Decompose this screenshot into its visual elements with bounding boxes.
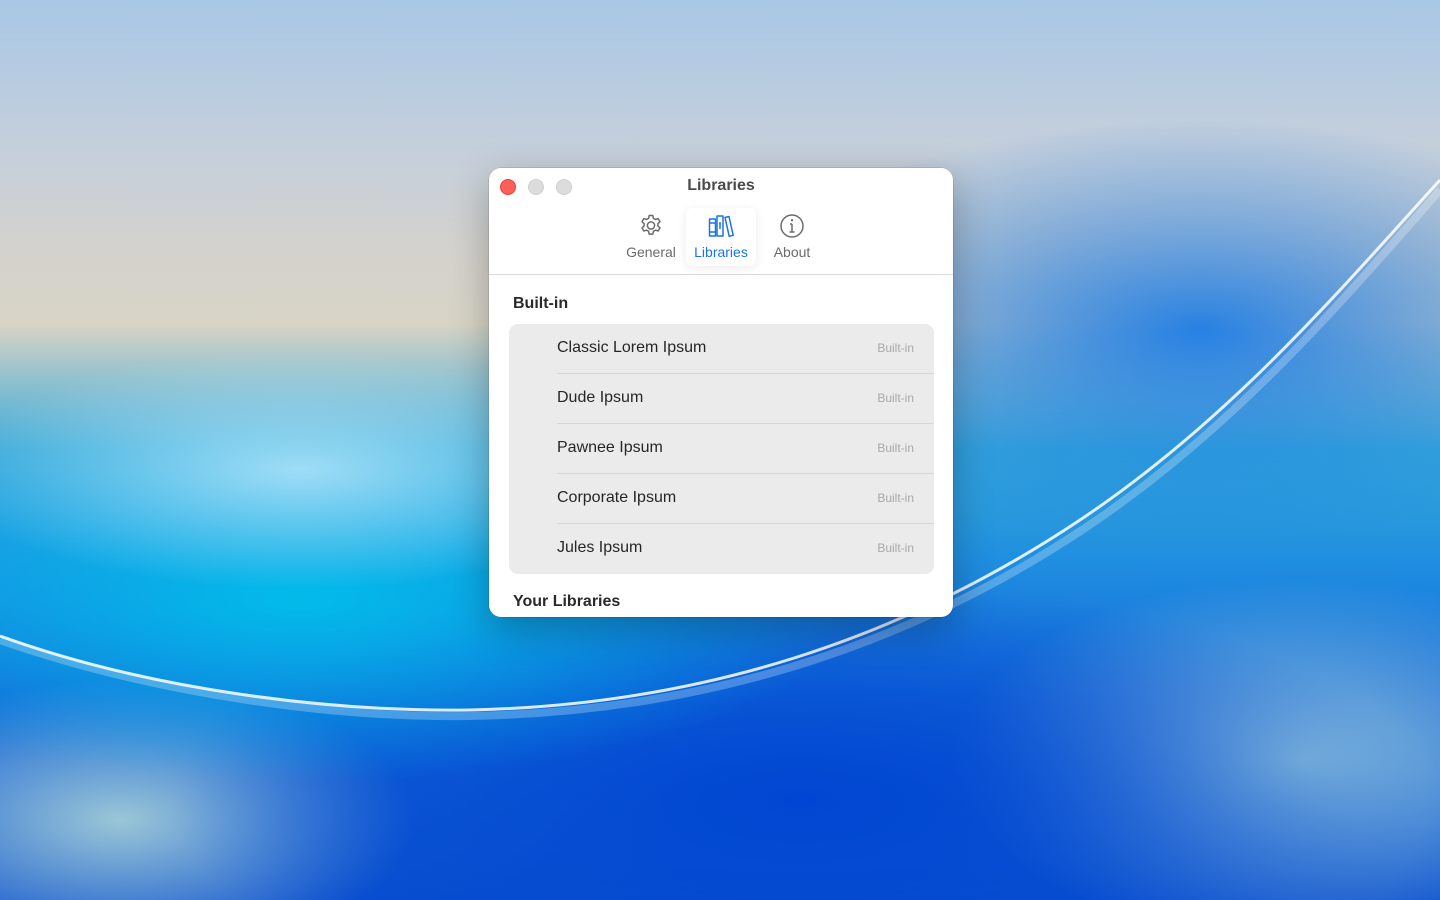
builtin-badge: Built-in bbox=[877, 391, 914, 405]
preferences-window: Libraries General Libraries About Built-… bbox=[489, 168, 953, 617]
library-name: Pawnee Ipsum bbox=[557, 439, 663, 456]
books-icon bbox=[708, 215, 734, 238]
section-title-your-libraries: Your Libraries bbox=[513, 593, 621, 610]
tab-libraries[interactable]: Libraries bbox=[686, 208, 756, 266]
list-item[interactable]: Dude Ipsum Built-in bbox=[509, 374, 934, 424]
info-circle-icon bbox=[780, 214, 804, 238]
section-title-builtin: Built-in bbox=[513, 295, 569, 312]
library-name: Corporate Ipsum bbox=[557, 489, 677, 506]
libraries-pane: Built-in Classic Lorem Ipsum Built-in Du… bbox=[489, 275, 953, 617]
list-item[interactable]: Classic Lorem Ipsum Built-in bbox=[509, 324, 934, 374]
library-name: Jules Ipsum bbox=[557, 539, 643, 556]
tab-about-label: About bbox=[773, 244, 811, 260]
tab-general[interactable]: General bbox=[621, 208, 681, 266]
list-item[interactable]: Corporate Ipsum Built-in bbox=[509, 474, 934, 524]
tab-general-label: General bbox=[626, 244, 676, 260]
list-item[interactable]: Pawnee Ipsum Built-in bbox=[509, 424, 934, 474]
tab-libraries-label: Libraries bbox=[694, 244, 748, 260]
builtin-badge: Built-in bbox=[877, 491, 914, 505]
tab-about[interactable]: About bbox=[761, 208, 823, 266]
window-title: Libraries bbox=[687, 177, 755, 194]
builtin-badge: Built-in bbox=[877, 541, 914, 555]
window-titlebar: Libraries General Libraries About bbox=[489, 168, 953, 275]
builtin-library-list: Classic Lorem Ipsum Built-in Dude Ipsum … bbox=[509, 324, 934, 574]
library-name: Classic Lorem Ipsum bbox=[557, 339, 707, 356]
builtin-badge: Built-in bbox=[877, 341, 914, 355]
list-item[interactable]: Jules Ipsum Built-in bbox=[509, 524, 934, 574]
library-name: Dude Ipsum bbox=[557, 389, 644, 406]
gear-icon bbox=[641, 214, 661, 235]
builtin-badge: Built-in bbox=[877, 441, 914, 455]
